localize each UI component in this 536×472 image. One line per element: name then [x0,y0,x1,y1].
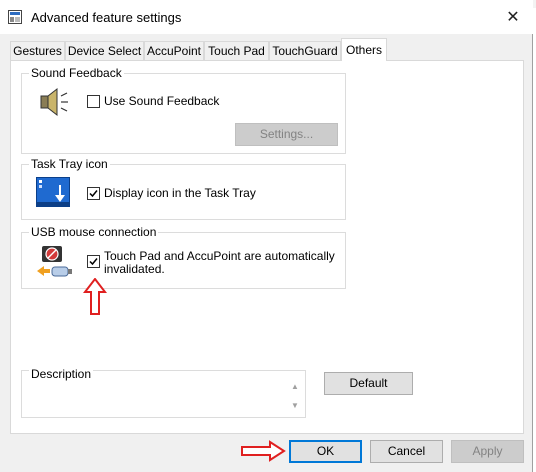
advanced-feature-settings-window: Advanced feature settings ✕ Gestures Dev… [0,0,533,472]
scroll-down-icon: ▼ [291,401,299,410]
default-button[interactable]: Default [324,372,413,395]
annotation-up-arrow-icon [83,278,107,315]
task-tray-icon [36,177,70,207]
usb-invalidate-label-line2: invalidated. [104,262,165,276]
apply-button[interactable]: Apply [451,440,524,463]
sound-feedback-group: Sound Feedback Use Sound Feedback Settin… [21,66,346,154]
checkmark-icon [89,258,98,266]
tab-others[interactable]: Others [341,38,387,61]
annotation-right-arrow-icon [241,440,286,462]
tab-accupoint[interactable]: AccuPoint [144,41,204,60]
description-box: Description ▲ ▼ [21,367,306,418]
task-tray-group: Task Tray icon Display icon in the Task … [21,157,346,220]
settings-button[interactable]: Settings... [235,123,338,146]
sound-feedback-label: Sound Feedback [29,66,124,80]
title-bar: Advanced feature settings ✕ [0,0,533,34]
tab-gestures[interactable]: Gestures [10,41,65,60]
usb-invalidate-checkbox[interactable] [87,255,100,268]
checkmark-icon [89,190,98,198]
usb-mouse-icon [37,246,72,277]
tab-device-select[interactable]: Device Select [65,41,144,60]
ok-button[interactable]: OK [289,440,362,463]
display-tray-icon-label: Display icon in the Task Tray [104,186,256,200]
others-tab-panel: Sound Feedback Use Sound Feedback Settin… [10,60,524,434]
settings-app-icon [8,10,22,24]
description-label: Description [29,367,94,381]
scroll-up-icon: ▲ [291,382,299,391]
use-sound-feedback-checkbox[interactable] [87,95,100,108]
close-icon: ✕ [506,9,520,26]
display-tray-icon-checkbox[interactable] [87,187,100,200]
tab-touchguard[interactable]: TouchGuard [269,41,341,60]
close-button[interactable]: ✕ [493,0,533,34]
speaker-icon [40,87,68,117]
tab-touch-pad[interactable]: Touch Pad [204,41,269,60]
description-scrollbar[interactable]: ▲ ▼ [289,372,304,416]
use-sound-feedback-label: Use Sound Feedback [104,94,220,108]
task-tray-label: Task Tray icon [29,157,110,171]
usb-invalidate-label-line1: Touch Pad and AccuPoint are automaticall… [104,249,335,263]
usb-mouse-label: USB mouse connection [29,225,159,239]
usb-mouse-group: USB mouse connection Touch Pad and AccuP… [21,225,346,289]
cancel-button[interactable]: Cancel [370,440,443,463]
window-title: Advanced feature settings [31,10,182,25]
